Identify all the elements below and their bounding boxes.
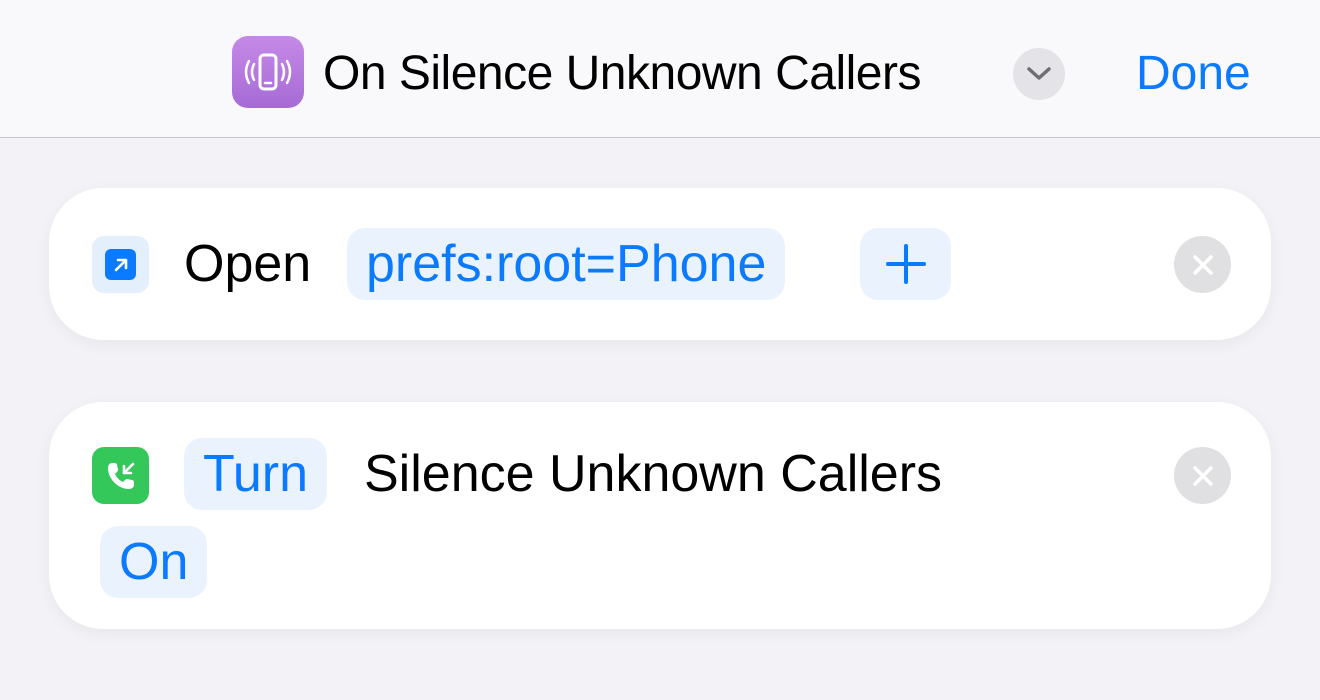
add-parameter-button[interactable] [860,228,951,300]
phone-vibrating-icon[interactable] [232,36,304,108]
open-url-icon [92,236,149,293]
action-verb-open: Open [184,235,312,293]
state-pill[interactable]: On [100,526,208,598]
phone-incoming-icon [92,447,149,504]
plus-icon [885,244,926,284]
chevron-down-icon[interactable] [1013,48,1065,100]
turn-toggle-pill[interactable]: Turn [184,438,327,510]
shortcut-title[interactable]: On Silence Unknown Callers [323,44,921,104]
close-icon [1192,465,1213,486]
navigation-bar: On Silence Unknown Callers Done [0,0,1320,138]
action-card-silence-unknown-callers[interactable]: Turn Silence Unknown Callers On [49,402,1271,629]
done-button[interactable]: Done [1136,44,1251,104]
phone-incoming-glyph [107,462,134,489]
arrow-up-right-glyph [114,258,127,271]
remove-action-button[interactable] [1174,236,1231,293]
chevron-down-glyph [1027,67,1051,80]
setting-name: Silence Unknown Callers [364,445,943,503]
action-card-open-url[interactable]: Open prefs:root=Phone [49,188,1271,340]
phone-vibrating-glyph [244,53,292,91]
remove-action-button[interactable] [1174,447,1231,504]
close-icon [1192,254,1213,275]
url-parameter-pill[interactable]: prefs:root=Phone [347,228,786,300]
